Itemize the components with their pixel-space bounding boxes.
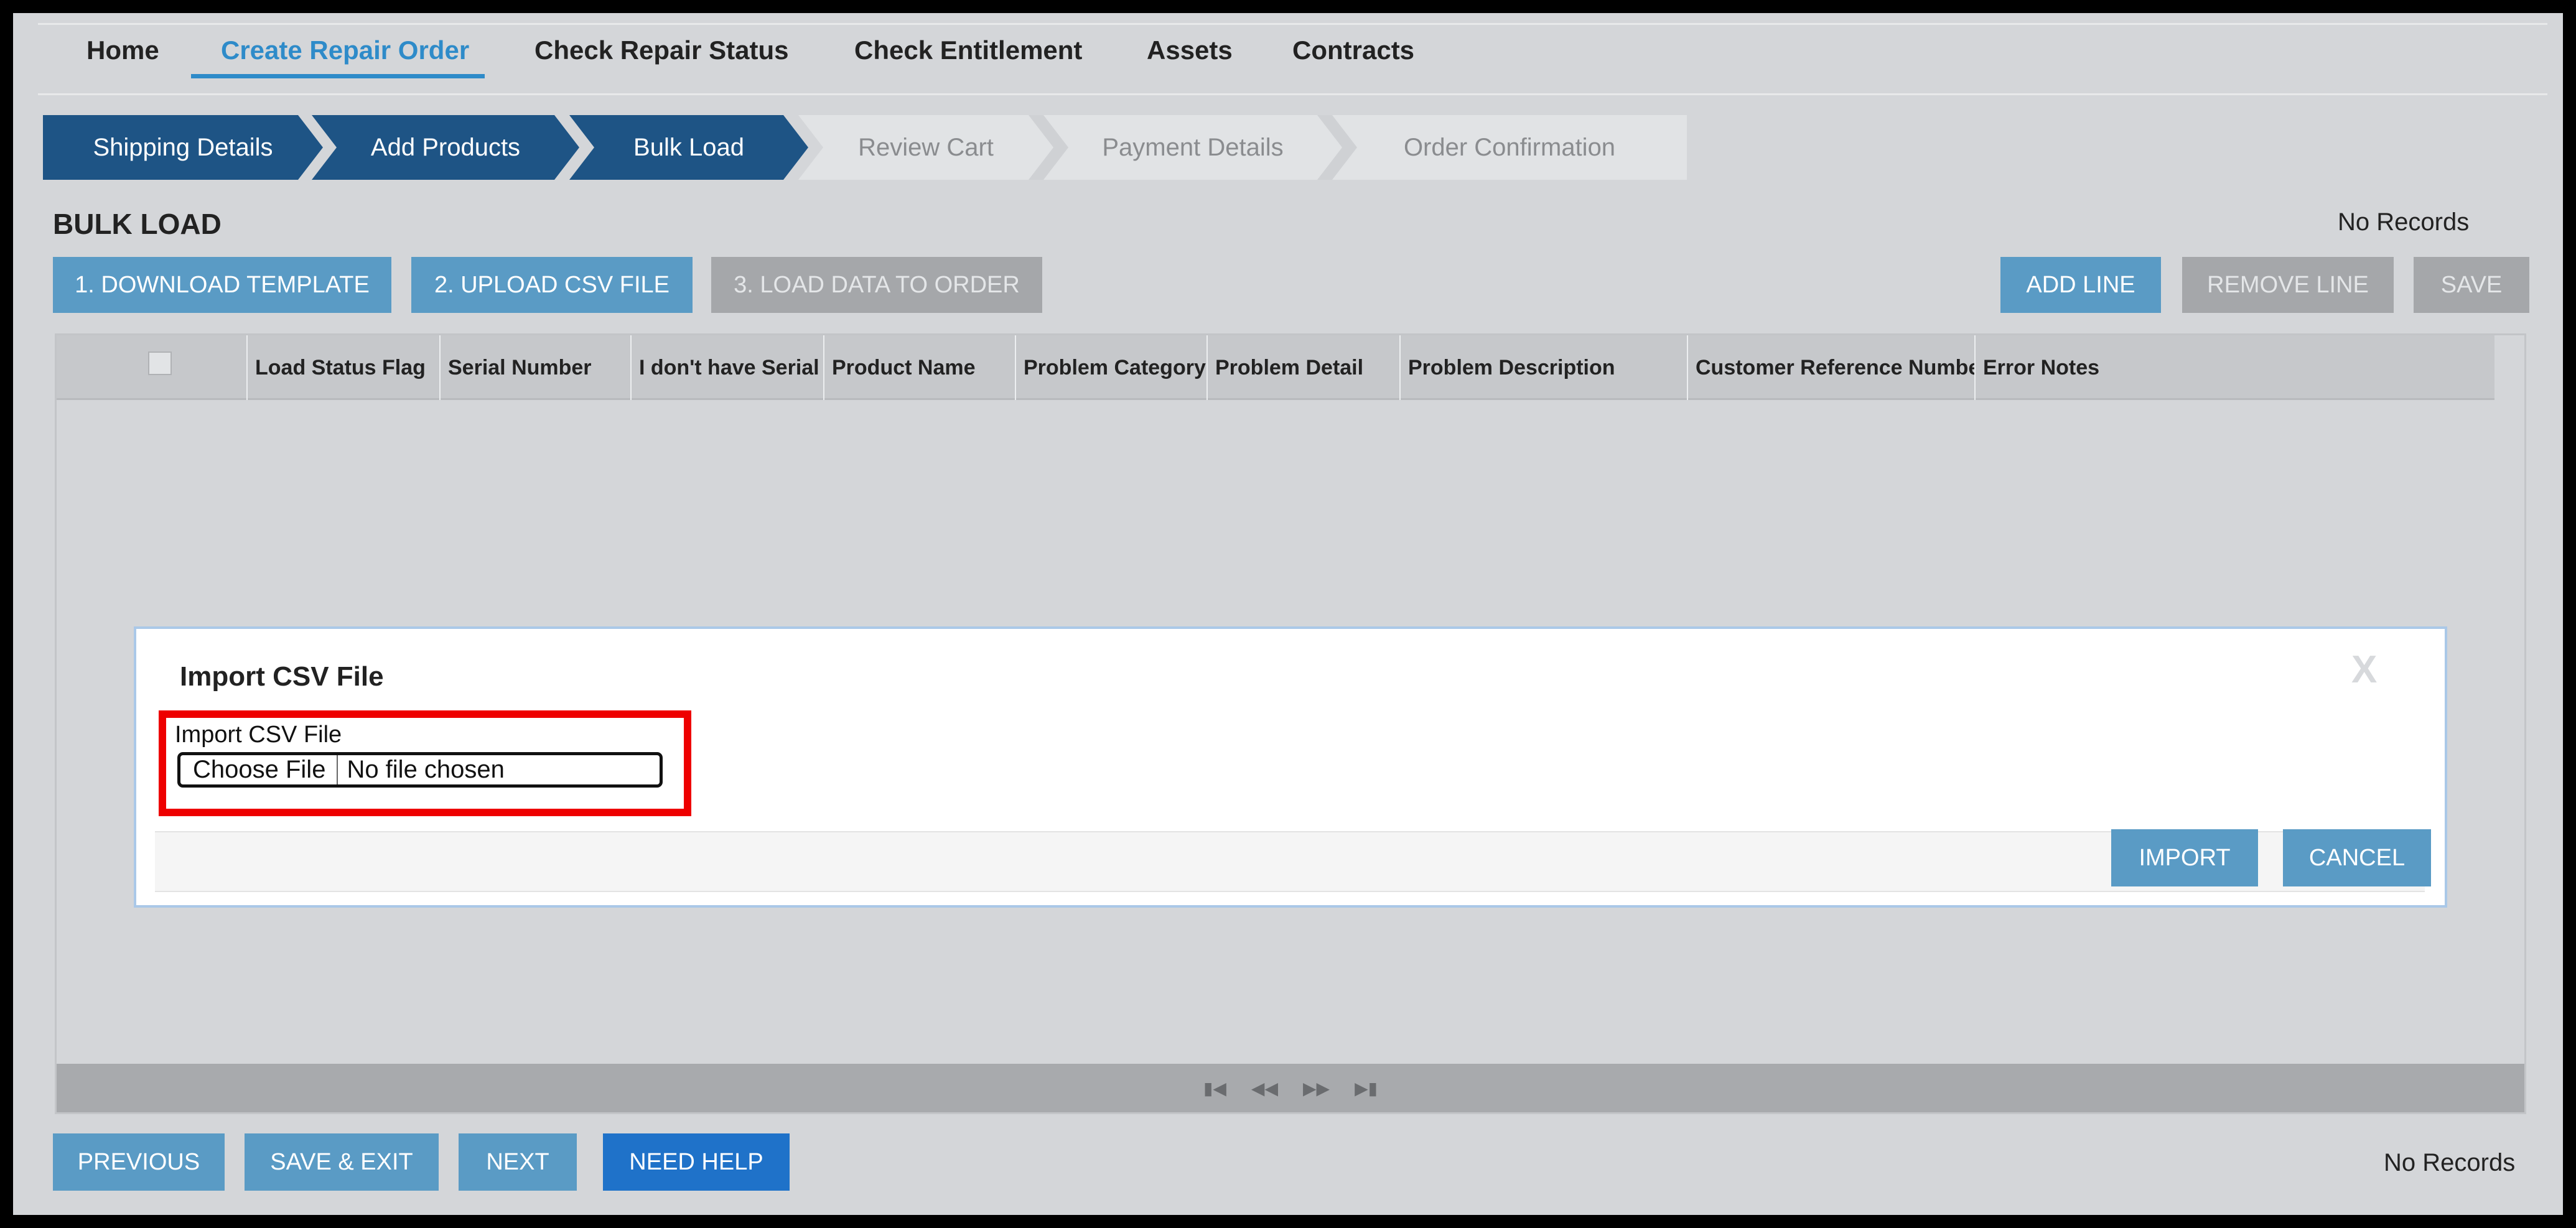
choose-file-button[interactable]: Choose File xyxy=(180,755,338,784)
step-review-cart: Review Cart xyxy=(798,115,1053,180)
wizard-steps: Shipping Details Add Products Bulk Load … xyxy=(43,115,1687,180)
column-serial-number[interactable]: Serial Number xyxy=(441,335,632,400)
nav-contracts[interactable]: Contracts xyxy=(1292,35,1414,65)
records-count-top: No Records xyxy=(2338,208,2470,236)
select-all-checkbox[interactable] xyxy=(148,351,172,375)
dialog-footer xyxy=(155,831,2425,892)
column-error-notes[interactable]: Error Notes xyxy=(1976,335,2494,400)
column-problem-description[interactable]: Problem Description xyxy=(1401,335,1688,400)
grid-pager: ▮◀ ◀◀ ▶▶ ▶▮ xyxy=(57,1064,2524,1112)
previous-button[interactable]: PREVIOUS xyxy=(53,1133,225,1191)
need-help-button[interactable]: NEED HELP xyxy=(603,1133,790,1191)
close-icon[interactable]: X xyxy=(2351,648,2377,692)
step-payment-details: Payment Details xyxy=(1043,115,1342,180)
load-data-button[interactable]: 3. LOAD DATA TO ORDER xyxy=(711,257,1042,313)
records-count-bottom: No Records xyxy=(2384,1149,2516,1176)
column-customer-reference-number[interactable]: Customer Reference Number xyxy=(1688,335,1976,400)
remove-line-button[interactable]: REMOVE LINE xyxy=(2182,257,2394,313)
nav-check-repair-status[interactable]: Check Repair Status xyxy=(534,35,788,65)
column-no-serial[interactable]: I don't have Serial xyxy=(632,335,824,400)
step-add-products[interactable]: Add Products xyxy=(312,115,579,180)
nav-home[interactable]: Home xyxy=(86,35,159,65)
prev-page-icon[interactable]: ◀◀ xyxy=(1251,1078,1278,1099)
first-page-icon[interactable]: ▮◀ xyxy=(1203,1078,1226,1099)
grid-select-column xyxy=(57,335,248,400)
save-button[interactable]: SAVE xyxy=(2414,257,2529,313)
grid-header: Load Status Flag Serial Number I don't h… xyxy=(57,335,2494,400)
upload-csv-button[interactable]: 2. UPLOAD CSV FILE xyxy=(411,257,693,313)
next-button[interactable]: NEXT xyxy=(459,1133,577,1191)
step-shipping-details[interactable]: Shipping Details xyxy=(43,115,323,180)
column-product-name[interactable]: Product Name xyxy=(824,335,1016,400)
cancel-button[interactable]: CANCEL xyxy=(2283,829,2431,886)
csv-file-input[interactable]: Choose File No file chosen xyxy=(177,752,663,788)
app-window: Home Create Repair Order Check Repair St… xyxy=(13,13,2563,1215)
import-csv-dialog: Import CSV File X Import CSV File Choose… xyxy=(134,626,2447,908)
add-line-button[interactable]: ADD LINE xyxy=(2000,257,2161,313)
nav-assets[interactable]: Assets xyxy=(1147,35,1233,65)
column-load-status-flag[interactable]: Load Status Flag xyxy=(248,335,441,400)
column-problem-category[interactable]: Problem Category xyxy=(1016,335,1208,400)
dialog-title: Import CSV File xyxy=(180,661,384,692)
step-order-confirmation: Order Confirmation xyxy=(1332,115,1687,180)
nav-create-repair-order[interactable]: Create Repair Order xyxy=(221,35,469,65)
column-problem-detail[interactable]: Problem Detail xyxy=(1208,335,1401,400)
save-exit-button[interactable]: SAVE & EXIT xyxy=(245,1133,439,1191)
next-page-icon[interactable]: ▶▶ xyxy=(1303,1078,1330,1099)
file-field-label: Import CSV File xyxy=(175,722,342,748)
import-button[interactable]: IMPORT xyxy=(2111,829,2258,886)
step-bulk-load[interactable]: Bulk Load xyxy=(569,115,808,180)
nav-check-entitlement[interactable]: Check Entitlement xyxy=(854,35,1082,65)
download-template-button[interactable]: 1. DOWNLOAD TEMPLATE xyxy=(53,257,391,313)
file-status-text: No file chosen xyxy=(347,756,505,783)
last-page-icon[interactable]: ▶▮ xyxy=(1355,1078,1378,1099)
nav-active-indicator xyxy=(191,74,485,78)
page-title: BULK LOAD xyxy=(53,208,222,240)
